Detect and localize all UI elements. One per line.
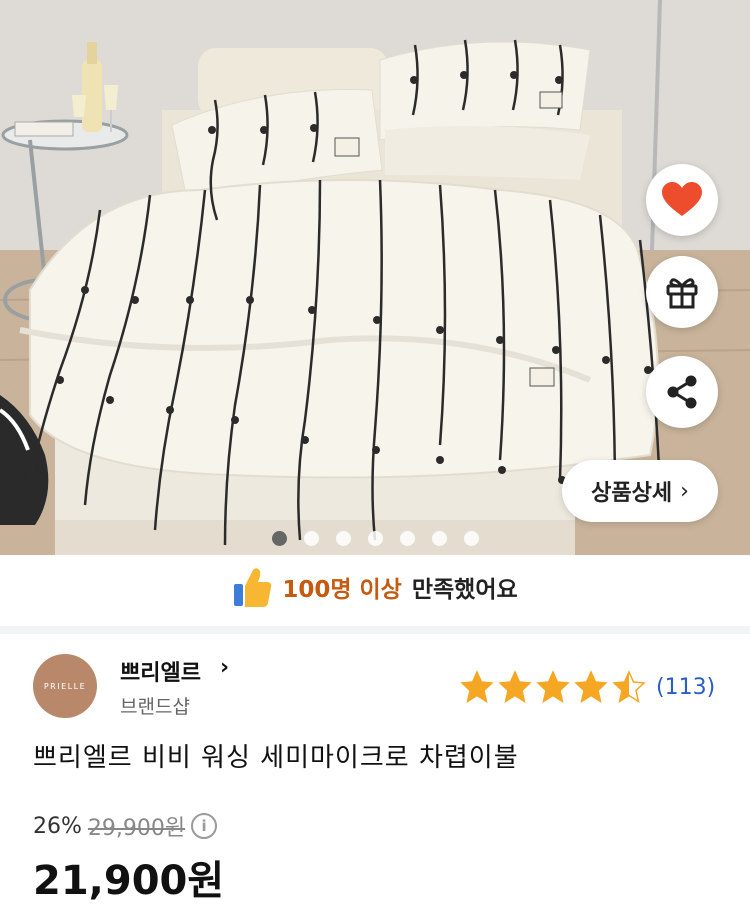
satisfaction-banner: 100명 이상 만족했어요 xyxy=(0,560,750,614)
pagination-dot[interactable] xyxy=(399,531,415,546)
brand-subtitle: 브랜드샵 xyxy=(120,696,190,718)
product-detail-label: 상품상세 xyxy=(591,481,673,506)
chevron-right-icon[interactable]: › xyxy=(220,655,229,680)
brand-logo-text: PRIELLE xyxy=(43,681,87,691)
pagination-dot[interactable] xyxy=(431,531,447,546)
share-icon xyxy=(667,375,697,409)
satisfaction-text: 만족했어요 xyxy=(411,577,518,603)
brand-name-link[interactable]: 쁘리엘르 xyxy=(120,655,201,687)
section-divider xyxy=(0,626,750,634)
chevron-right-icon: › xyxy=(680,478,689,504)
brand-logo[interactable]: PRIELLE xyxy=(33,654,97,718)
star-icon xyxy=(574,670,608,704)
pagination-dot[interactable] xyxy=(271,531,287,546)
pagination-dot[interactable] xyxy=(463,531,479,546)
product-detail-button[interactable]: 상품상세 › xyxy=(562,460,718,522)
star-icon xyxy=(536,670,570,704)
share-button[interactable] xyxy=(646,356,718,428)
discount-rate: 26% xyxy=(33,813,82,839)
wishlist-button[interactable] xyxy=(646,164,718,236)
product-title: 쁘리엘르 비비 워싱 세미마이크로 차렵이불 xyxy=(33,743,519,773)
gallery-pagination[interactable] xyxy=(0,531,750,546)
satisfaction-highlight: 100명 이상 xyxy=(282,577,402,603)
info-icon[interactable]: i xyxy=(191,813,218,839)
product-image-gallery[interactable]: 상품상세 › xyxy=(0,0,750,555)
gift-icon xyxy=(666,278,698,309)
pagination-dot[interactable] xyxy=(335,531,351,546)
rating-summary[interactable]: (113) xyxy=(460,670,715,704)
star-icon xyxy=(498,670,532,704)
pagination-dot[interactable] xyxy=(367,531,383,546)
review-count[interactable]: (113) xyxy=(656,675,715,700)
price-meta: 26% 29,900원 i xyxy=(33,810,218,842)
star-icon xyxy=(612,670,646,704)
pagination-dot[interactable] xyxy=(303,531,319,546)
gift-button[interactable] xyxy=(646,256,718,328)
original-price: 29,900원 xyxy=(87,816,186,841)
star-icon xyxy=(460,670,494,704)
heart-icon xyxy=(662,182,702,216)
star-rating xyxy=(460,670,646,704)
thumbs-up-icon xyxy=(234,568,272,607)
sale-price: 21,900원 xyxy=(33,858,225,904)
